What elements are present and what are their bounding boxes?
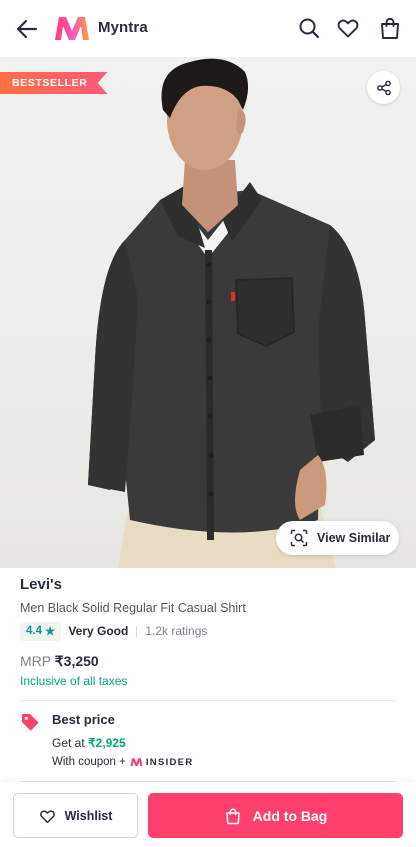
add-to-bag-label: Add to Bag: [252, 807, 328, 824]
ratings-count: 1.2k ratings: [145, 624, 208, 638]
bag-icon: [225, 807, 240, 824]
wishlist-button[interactable]: Wishlist: [13, 793, 138, 838]
insider-label: INSIDER: [145, 756, 194, 768]
rating-divider: [136, 625, 138, 637]
rating-label: Very Good: [68, 624, 129, 638]
share-icon: [376, 80, 391, 95]
mrp-label: MRP: [20, 653, 51, 669]
view-similar-label: View Similar: [317, 531, 391, 545]
share-button[interactable]: [367, 71, 400, 104]
back-arrow-icon[interactable]: [14, 16, 40, 42]
bottom-action-bar: Wishlist Add to Bag: [0, 782, 416, 847]
best-price-value: ₹2,925: [88, 736, 126, 750]
price-row: MRP ₹3,250: [20, 653, 99, 670]
insider-badge: INSIDER: [130, 757, 194, 768]
rating-summary[interactable]: 4.4 ★ Very Good 1.2k ratings: [20, 621, 207, 641]
coupon-line: With coupon + INSIDER: [52, 756, 193, 768]
myntra-logo[interactable]: [53, 14, 91, 42]
coupon-text: With coupon +: [52, 756, 126, 768]
offer-title: Best price: [52, 712, 115, 727]
get-at-label: Get at: [52, 736, 85, 750]
app-brand-name: Myntra: [98, 19, 148, 36]
add-to-bag-button[interactable]: Add to Bag: [148, 793, 403, 838]
heart-icon[interactable]: [336, 16, 360, 40]
insider-logo-icon: [130, 758, 143, 767]
model-illustration: [88, 58, 375, 568]
search-icon[interactable]: [297, 16, 321, 40]
tax-note: Inclusive of all taxes: [20, 674, 128, 688]
price-tag-icon: [22, 714, 39, 731]
heart-icon: [39, 809, 55, 823]
bag-icon[interactable]: [378, 16, 402, 40]
bestseller-badge: BESTSELLER: [0, 72, 108, 94]
section-divider: [20, 700, 396, 701]
app-header: Myntra: [0, 0, 416, 57]
view-similar-button[interactable]: View Similar: [276, 521, 399, 555]
offer-price-line: Get at ₹2,925: [52, 736, 126, 750]
star-icon: ★: [45, 626, 56, 638]
product-image[interactable]: [0, 57, 416, 568]
visual-search-icon: [290, 529, 308, 547]
product-details: Levi's Men Black Solid Regular Fit Casua…: [20, 576, 400, 688]
wishlist-label: Wishlist: [64, 808, 113, 823]
rating-value: 4.4: [26, 625, 42, 637]
price-value: ₹3,250: [54, 653, 99, 669]
product-name: Men Black Solid Regular Fit Casual Shirt: [20, 601, 246, 615]
product-brand[interactable]: Levi's: [20, 576, 400, 593]
rating-badge: 4.4 ★: [20, 621, 62, 641]
